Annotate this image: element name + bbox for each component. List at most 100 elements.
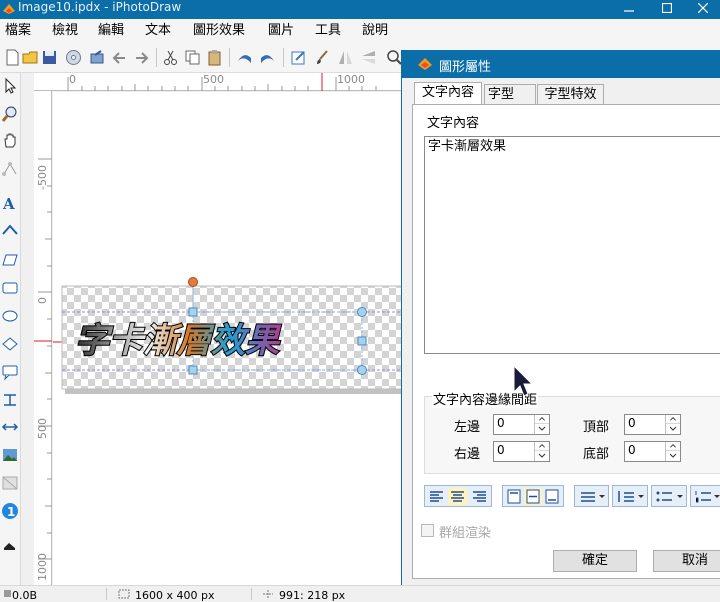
pointer-tool-icon[interactable] <box>1 77 19 95</box>
svg-text:A: A <box>2 195 15 212</box>
rotate-left-icon[interactable] <box>236 49 253 66</box>
v-ruler-label: 0 <box>36 297 49 304</box>
callout-tool-icon[interactable] <box>1 363 19 381</box>
number-marker-tool-icon[interactable]: 1 <box>1 502 19 520</box>
copy-icon[interactable] <box>184 49 201 66</box>
drawing-canvas[interactable]: 字卡漸層效果 <box>53 92 404 585</box>
text-tool-icon[interactable]: A <box>1 194 19 212</box>
curved-text-tool-icon[interactable] <box>1 222 19 240</box>
brush-icon[interactable] <box>314 49 331 66</box>
main-titlebar: Image10.ipdx - iPhotoDraw <box>0 0 720 19</box>
rectangle-tool-icon[interactable] <box>1 279 19 297</box>
right-margin-label: 右邊 <box>454 447 481 462</box>
disc-icon[interactable] <box>65 49 82 66</box>
align-top-icon[interactable] <box>505 488 523 505</box>
zoom-tool-icon[interactable] <box>1 105 19 123</box>
right-margin-spinner[interactable]: 0 <box>493 441 550 462</box>
cancel-button[interactable]: 取消 <box>653 550 720 572</box>
bottom-margin-spinner[interactable]: 0 <box>624 441 681 462</box>
menu-view[interactable]: 檢視 <box>52 22 78 39</box>
maximize-icon <box>662 3 672 13</box>
horizontal-align-group <box>424 485 492 507</box>
rotate-right-icon[interactable] <box>259 49 276 66</box>
cursor-position-icon <box>263 590 273 598</box>
minimize-icon <box>624 10 634 12</box>
line-spacing-dropdown[interactable] <box>574 485 609 507</box>
paragraph-spacing-dropdown[interactable] <box>612 485 648 507</box>
align-bottom-icon[interactable] <box>543 488 561 505</box>
cursor-position: 991: 218 px <box>279 589 346 602</box>
tab-font-effects[interactable]: 字型特效 <box>537 84 604 104</box>
edit-icon[interactable] <box>290 49 307 66</box>
spin-up-icon[interactable] <box>535 442 549 451</box>
redo-icon[interactable] <box>133 49 150 66</box>
export-icon[interactable] <box>89 49 106 66</box>
menu-help[interactable]: 說明 <box>362 22 388 39</box>
right-margin-value: 0 <box>497 443 505 457</box>
svg-text:1: 1 <box>7 505 15 519</box>
text-content-label: 文字內容 <box>427 116 480 131</box>
menubar: 檔案 檢視 編輯 文本 圖形效果 圖片 工具 說明 <box>0 19 720 42</box>
undo-icon[interactable] <box>111 49 128 66</box>
spin-up-icon[interactable] <box>666 415 680 424</box>
text-content-input[interactable]: 字卡漸層效果 <box>424 136 720 354</box>
menu-tools[interactable]: 工具 <box>315 22 341 39</box>
mosaic-tool-icon[interactable] <box>1 474 19 492</box>
image-tool-icon[interactable] <box>1 446 19 464</box>
memory-usage: 0.0B <box>12 589 38 602</box>
polygon-tool-icon[interactable] <box>1 335 19 353</box>
tab-text-content[interactable]: 文字內容 <box>414 82 482 105</box>
app-logo-icon <box>3 4 15 14</box>
canvas-text-content: 字卡漸層效果 <box>75 321 282 361</box>
stamp-tool-icon[interactable] <box>1 536 19 554</box>
v-ruler-label: -500 <box>36 165 49 190</box>
spin-up-icon[interactable] <box>666 442 680 451</box>
flip-horizontal-icon[interactable] <box>337 49 354 66</box>
spin-up-icon[interactable] <box>535 415 549 424</box>
tab-font[interactable]: 字型 <box>484 84 536 104</box>
spin-down-icon[interactable] <box>535 424 549 433</box>
ok-button[interactable]: 確定 <box>553 550 637 572</box>
spin-down-icon[interactable] <box>666 424 680 433</box>
menu-file[interactable]: 檔案 <box>5 22 31 39</box>
spin-down-icon[interactable] <box>535 451 549 460</box>
spin-down-icon[interactable] <box>666 451 680 460</box>
menu-edit[interactable]: 編輯 <box>98 22 124 39</box>
numbered-list-dropdown[interactable] <box>690 485 720 507</box>
flip-vertical-icon[interactable] <box>360 49 377 66</box>
cut-icon[interactable] <box>162 49 179 66</box>
new-file-icon[interactable] <box>4 49 21 66</box>
align-center-icon[interactable] <box>448 488 467 505</box>
canvas-text-object[interactable]: 字卡漸層效果 <box>71 318 331 362</box>
align-middle-icon[interactable] <box>524 488 542 505</box>
connector-tool-icon[interactable] <box>1 418 19 436</box>
h-ruler-label: 0 <box>69 73 76 86</box>
frame-text-tool-icon[interactable] <box>1 250 19 268</box>
menu-text[interactable]: 文本 <box>145 22 171 39</box>
node-edit-tool-icon[interactable] <box>1 160 19 178</box>
menu-image[interactable]: 圖片 <box>268 22 294 39</box>
h-ruler-label: 500 <box>203 73 224 86</box>
align-left-icon[interactable] <box>427 488 446 505</box>
minimize-button[interactable] <box>612 0 646 19</box>
ellipse-tool-icon[interactable] <box>1 307 19 325</box>
open-folder-icon[interactable] <box>22 49 39 66</box>
close-window-button[interactable] <box>686 0 720 19</box>
paste-icon[interactable] <box>206 49 223 66</box>
bullet-list-dropdown[interactable] <box>651 485 687 507</box>
maximize-button[interactable] <box>650 0 684 19</box>
line-tool-icon[interactable] <box>1 391 19 409</box>
numbered-list-icon <box>695 491 720 503</box>
menu-shape-effects[interactable]: 圖形效果 <box>193 22 245 39</box>
left-margin-spinner[interactable]: 0 <box>493 414 550 435</box>
memory-icon <box>4 590 11 597</box>
paragraph-spacing-icon <box>618 491 644 502</box>
status-bar: 0.0B 1600 x 400 px 991: 218 px <box>0 585 720 602</box>
align-right-icon[interactable] <box>470 488 489 505</box>
top-margin-spinner[interactable]: 0 <box>624 414 681 435</box>
group-render-checkbox[interactable] <box>421 524 434 537</box>
bottom-margin-label: 底部 <box>583 447 610 462</box>
hand-tool-icon[interactable] <box>1 131 19 149</box>
save-icon[interactable] <box>41 49 58 66</box>
dialog-titlebar: 圖形屬性 <box>401 50 720 78</box>
